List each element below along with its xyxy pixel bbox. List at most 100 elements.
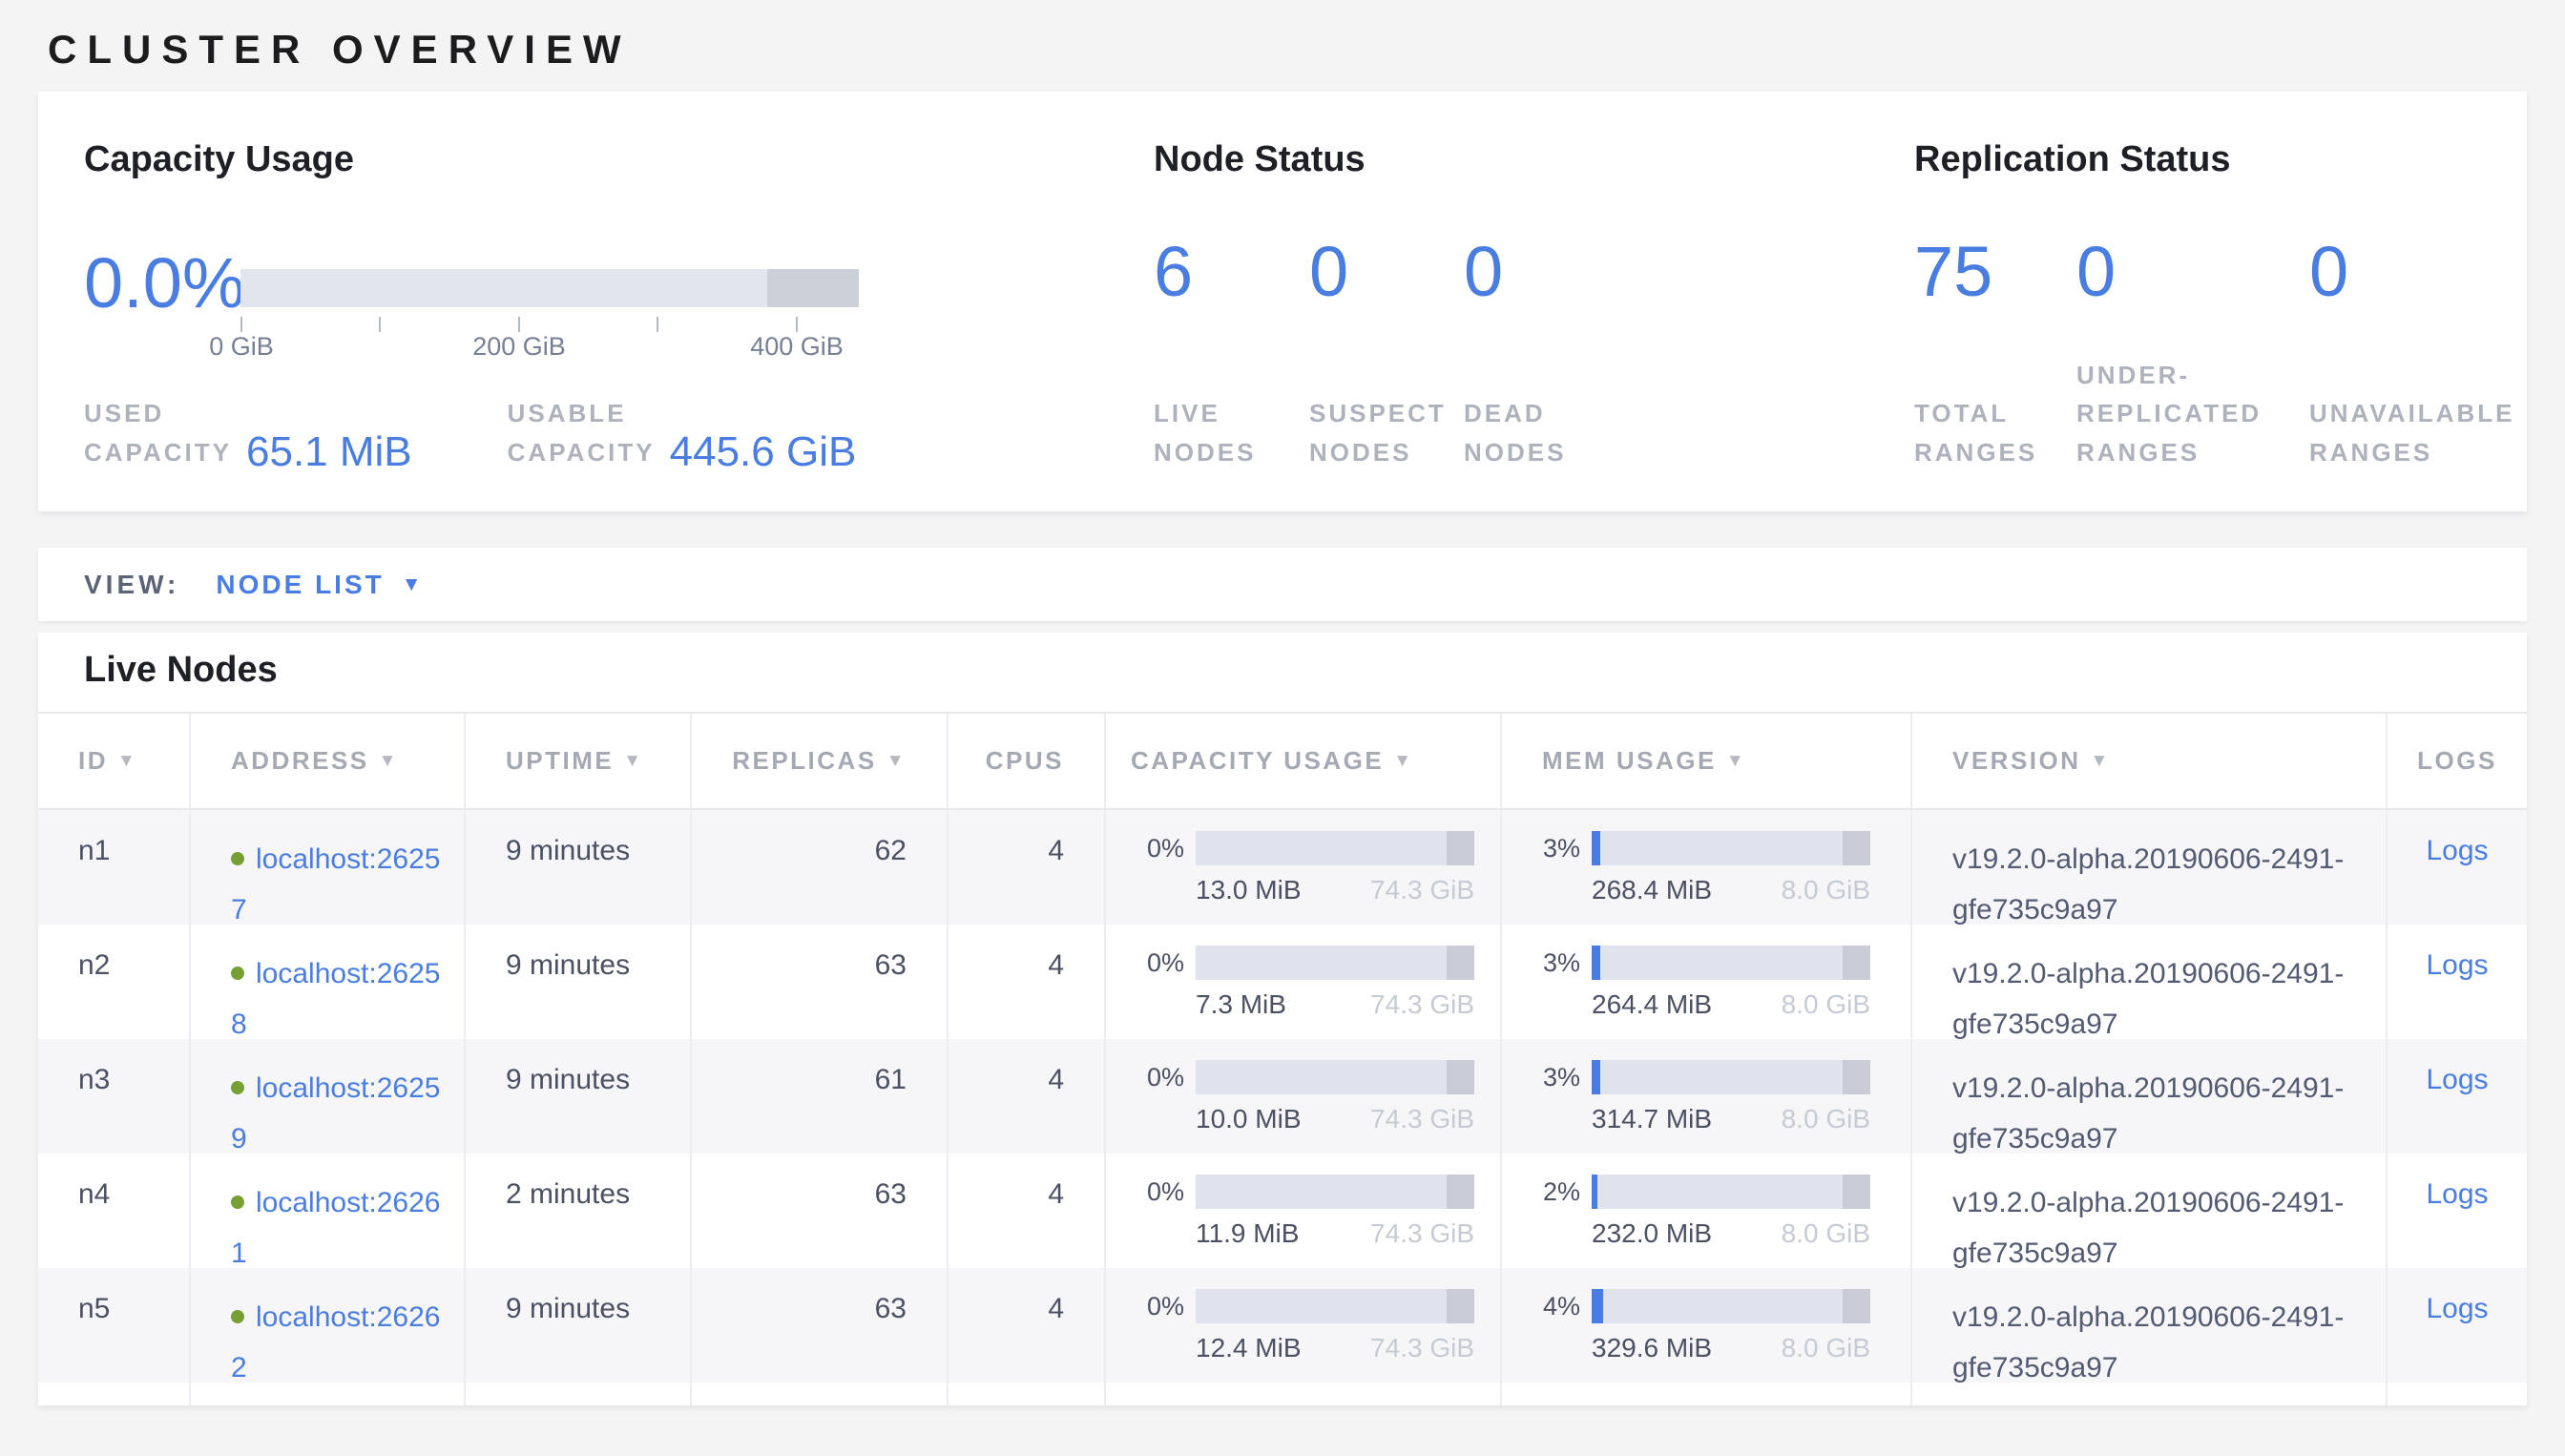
mem-bar-fill: [1592, 1289, 1603, 1323]
capacity-total-label: 74.3 GiB: [1370, 1218, 1474, 1249]
mem-used-label: 329.6 MiB: [1592, 1333, 1712, 1363]
mem-total-label: 8.0 GiB: [1782, 1333, 1870, 1363]
under-replicated-ranges-label: UNDER-REPLICATED RANGES: [2076, 356, 2282, 471]
column-header-address[interactable]: ADDRESS ▼: [191, 714, 466, 808]
capacity-usage-cell: 0% 12.4 MiB 74.3 GiB: [1106, 1268, 1502, 1383]
logs-cell: Logs: [2388, 1154, 2527, 1268]
address-link[interactable]: localhost:26261: [231, 1187, 440, 1268]
live-nodes-label: LIVE NODES: [1154, 394, 1268, 471]
capacity-bar: [1196, 1060, 1474, 1094]
logs-link[interactable]: Logs: [2426, 949, 2488, 981]
mem-bar-fill: [1592, 1175, 1597, 1209]
axis-label: 200 GiB: [472, 332, 566, 362]
axis-tick: [796, 317, 798, 332]
cluster-overview-page: CLUSTER OVERVIEW Capacity Usage 0.0%: [0, 25, 2565, 1456]
address-link[interactable]: localhost:26257: [231, 843, 440, 925]
live-status-dot-icon: [231, 1196, 244, 1209]
capacity-used-label: 11.9 MiB: [1196, 1218, 1299, 1249]
capacity-percent-label: 0%: [1131, 1063, 1184, 1092]
capacity-bar-reserved-segment: [1447, 946, 1474, 980]
page-title: CLUSTER OVERVIEW: [48, 25, 2565, 74]
logs-link[interactable]: Logs: [2426, 1178, 2488, 1210]
version-cell: v19.2.0-alpha.20190606-2491-gfe735c9a97: [1912, 1268, 2388, 1383]
unavailable-ranges-count: 0: [2309, 237, 2557, 307]
table-row: n2 localhost:26258 9 minutes 63 4 0%: [38, 925, 2527, 1039]
capacity-usage-cell: 0% 10.0 MiB 74.3 GiB: [1106, 1039, 1502, 1154]
capacity-used-label: 12.4 MiB: [1196, 1333, 1302, 1363]
dead-nodes-label: DEAD NODES: [1464, 394, 1588, 471]
used-capacity-label: USED CAPACITY: [84, 394, 229, 471]
capacity-percent-label: 0%: [1131, 948, 1184, 978]
mem-used-label: 264.4 MiB: [1592, 989, 1712, 1020]
cpus-cell: 4: [949, 925, 1106, 1039]
table-row: n4 localhost:26261 2 minutes 63 4 0%: [38, 1154, 2527, 1268]
capacity-percent-label: 0%: [1131, 834, 1184, 863]
logs-link[interactable]: Logs: [2426, 1293, 2488, 1324]
column-header-replicas[interactable]: REPLICAS ▼: [692, 714, 949, 808]
version-cell: v19.2.0-alpha.20190606-2491-gfe735c9a97: [1912, 1154, 2388, 1268]
mem-percent-label: 3%: [1527, 1063, 1580, 1092]
address-link[interactable]: localhost:26259: [231, 1072, 440, 1154]
mem-bar: [1592, 1175, 1870, 1209]
live-nodes-panel: Live Nodes ID ▼ ADDRESS ▼ UPTIME ▼ REPLI…: [38, 633, 2527, 1405]
mem-percent-label: 3%: [1527, 834, 1580, 863]
address-cell: localhost:26262: [191, 1268, 466, 1383]
column-header-mem-usage[interactable]: MEM USAGE ▼: [1502, 714, 1912, 808]
sort-desc-icon: ▼: [379, 751, 399, 772]
sort-desc-icon: ▼: [886, 751, 907, 772]
node-status-stats: 6 LIVE NODES 0 SUSPECT NODES 0 DEAD NODE…: [1154, 237, 1674, 471]
axis-tick: [657, 317, 658, 332]
mem-usage-cell: 3% 268.4 MiB 8.0 GiB: [1502, 810, 1912, 925]
column-header-uptime[interactable]: UPTIME ▼: [466, 714, 692, 808]
address-link[interactable]: localhost:26262: [231, 1301, 440, 1383]
mem-used-label: 314.7 MiB: [1592, 1104, 1712, 1134]
capacity-usage-title: Capacity Usage: [84, 139, 354, 180]
live-nodes-table: ID ▼ ADDRESS ▼ UPTIME ▼ REPLICAS ▼ CPUS: [38, 712, 2527, 1404]
logs-link[interactable]: Logs: [2426, 835, 2488, 866]
logs-link[interactable]: Logs: [2426, 1064, 2488, 1095]
axis-label: 0 GiB: [209, 332, 274, 362]
capacity-percent-label: 0%: [1131, 1177, 1184, 1207]
capacity-bar-reserved-segment: [1447, 831, 1474, 865]
mem-percent-label: 2%: [1527, 1177, 1580, 1207]
replicas-cell: 63: [692, 925, 949, 1039]
cpus-cell: 4: [949, 1154, 1106, 1268]
capacity-used-label: 10.0 MiB: [1196, 1104, 1302, 1134]
uptime-cell: 9 minutes: [466, 810, 692, 925]
mem-usage-cell: 4% 329.6 MiB 8.0 GiB: [1502, 1268, 1912, 1383]
total-ranges-count: 75: [1914, 237, 2076, 307]
column-header-capacity-usage[interactable]: CAPACITY USAGE ▼: [1106, 714, 1502, 808]
used-capacity-value: 65.1 MiB: [246, 431, 412, 473]
replicas-cell: 61: [692, 1039, 949, 1154]
capacity-metrics: USED CAPACITY 65.1 MiB USABLE CAPACITY 4…: [84, 394, 856, 471]
capacity-bar-reserved-segment: [1447, 1289, 1474, 1323]
replicas-cell: 63: [692, 1268, 949, 1383]
capacity-bar: [1196, 1289, 1474, 1323]
column-header-id[interactable]: ID ▼: [38, 714, 191, 808]
view-label: VIEW:: [84, 570, 179, 600]
capacity-total-label: 74.3 GiB: [1370, 1333, 1474, 1363]
mem-bar-reserved-segment: [1843, 946, 1870, 980]
axis-label: 400 GiB: [750, 332, 844, 362]
capacity-bar: [1196, 831, 1474, 865]
suspect-nodes-stat: 0 SUSPECT NODES: [1309, 237, 1464, 471]
table-row: n5 localhost:26262 9 minutes 63 4 0%: [38, 1268, 2527, 1383]
live-nodes-title: Live Nodes: [84, 650, 278, 691]
node-id-cell: n5: [38, 1268, 191, 1383]
mem-usage-cell: 3% 314.7 MiB 8.0 GiB: [1502, 1039, 1912, 1154]
version-cell: v19.2.0-alpha.20190606-2491-gfe735c9a97: [1912, 925, 2388, 1039]
logs-cell: Logs: [2388, 1268, 2527, 1383]
capacity-total-label: 74.3 GiB: [1370, 989, 1474, 1020]
address-cell: localhost:26259: [191, 1039, 466, 1154]
mem-total-label: 8.0 GiB: [1782, 1104, 1870, 1134]
capacity-axis-labels: 0 GiB 200 GiB 400 GiB: [240, 332, 859, 364]
view-dropdown[interactable]: NODE LIST ▼: [216, 570, 421, 600]
logs-cell: Logs: [2388, 810, 2527, 925]
capacity-bar-reserved-segment: [1447, 1175, 1474, 1209]
replication-status-section: Replication Status 75 TOTAL RANGES 0 UND…: [1914, 92, 2544, 511]
capacity-bar: [1196, 1175, 1474, 1209]
column-header-version[interactable]: VERSION ▼: [1912, 714, 2388, 808]
under-replicated-ranges-stat: 0 UNDER-REPLICATED RANGES: [2076, 237, 2309, 471]
address-link[interactable]: localhost:26258: [231, 958, 440, 1039]
under-replicated-ranges-count: 0: [2076, 237, 2309, 307]
